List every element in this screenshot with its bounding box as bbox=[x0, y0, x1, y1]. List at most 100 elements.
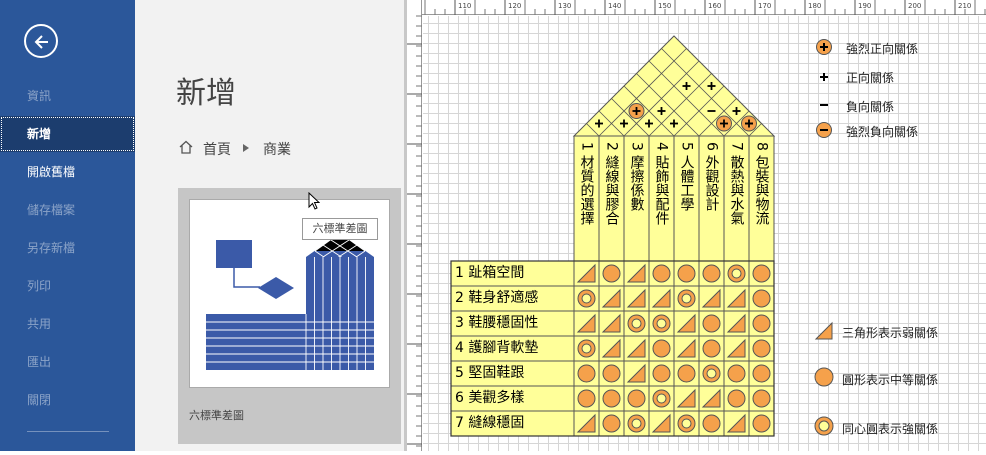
nav-open[interactable]: 開啟舊檔 bbox=[0, 154, 135, 190]
ruler-label: 210 bbox=[958, 2, 971, 10]
medium-relationship-icon bbox=[702, 339, 721, 358]
strong-relationship-icon bbox=[677, 289, 696, 308]
legend-positive: 正向關係 bbox=[846, 71, 895, 85]
ruler-label: 160 bbox=[708, 2, 721, 10]
requirement-7: 7 縫線穩固 bbox=[455, 415, 525, 431]
concentric-circle-icon bbox=[814, 416, 834, 436]
breadcrumb-home[interactable]: 首頁 bbox=[203, 139, 231, 159]
template-tooltip: 六標準差圖 bbox=[302, 218, 378, 240]
strong-relationship-icon bbox=[677, 414, 696, 433]
characteristic-label: 8 包裝與物流 bbox=[754, 142, 770, 227]
medium-relationship-icon bbox=[677, 364, 696, 383]
ruler-label: 120 bbox=[508, 2, 521, 10]
nav-save[interactable]: 儲存檔案 bbox=[0, 192, 135, 228]
diagram-canvas[interactable]: 1 材質的選擇 2 縫線與膠合 3 摩擦係數 4 貼飾與配件 5 人體工學 6 外觀設計 7… bbox=[423, 16, 986, 451]
strong-relationship-icon bbox=[627, 314, 646, 333]
strong-positive-icon bbox=[716, 115, 732, 132]
legend-weak: 三角形表示弱關係 bbox=[842, 326, 939, 340]
strong-relationship-icon bbox=[577, 289, 596, 308]
chevron-right-icon bbox=[243, 144, 249, 152]
requirement-2: 2 鞋身舒適感 bbox=[455, 290, 539, 306]
correlation-roof bbox=[572, 35, 776, 140]
characteristic-label: 4 貼飾與配件 bbox=[654, 142, 670, 226]
strong-relationship-icon bbox=[652, 389, 671, 408]
medium-relationship-icon bbox=[752, 314, 771, 333]
mouse-cursor-icon bbox=[308, 192, 320, 210]
characteristic-label: 1 材質的選擇 bbox=[579, 142, 595, 226]
characteristic-label: 3 摩擦係數 bbox=[629, 142, 645, 212]
nav-share[interactable]: 共用 bbox=[0, 306, 135, 342]
legend-medium: 圓形表示中等關係 bbox=[842, 373, 939, 387]
page-title: 新增 bbox=[176, 76, 236, 111]
requirement-4: 4 護腳背軟墊 bbox=[455, 340, 539, 356]
legend-strong-positive: 強烈正向關係 bbox=[846, 42, 919, 56]
ruler-label: 140 bbox=[608, 2, 621, 10]
requirement-6: 6 美觀多樣 bbox=[455, 390, 525, 406]
nav-info[interactable]: 資訊 bbox=[0, 78, 135, 114]
medium-relationship-icon bbox=[752, 264, 771, 283]
medium-relationship-icon bbox=[752, 389, 771, 408]
ruler-label: 190 bbox=[858, 2, 871, 10]
legend-strong: 同心圓表示強關係 bbox=[842, 422, 939, 436]
medium-relationship-icon bbox=[727, 389, 746, 408]
backstage-sidebar: 資訊 新增 開啟舊檔 儲存檔案 另存新檔 列印 共用 匯出 關閉 bbox=[0, 0, 135, 451]
legend-negative: 負向關係 bbox=[846, 100, 895, 114]
strong-relationship-icon bbox=[702, 364, 721, 383]
medium-relationship-icon bbox=[602, 364, 621, 383]
circle-icon bbox=[814, 367, 834, 387]
strong-relationship-icon bbox=[627, 414, 646, 433]
ruler-label: 200 bbox=[908, 2, 921, 10]
arrow-left-icon bbox=[34, 35, 48, 49]
characteristic-label: 7 散熱與水氣 bbox=[729, 142, 745, 226]
nav-print[interactable]: 列印 bbox=[0, 268, 135, 304]
nav-save-as[interactable]: 另存新檔 bbox=[0, 230, 135, 266]
negative-icon bbox=[820, 104, 828, 106]
breadcrumb-current: 商業 bbox=[263, 142, 291, 158]
medium-relationship-icon bbox=[577, 364, 596, 383]
characteristic-label: 5 人體工學 bbox=[679, 142, 695, 212]
strong-relationship-icon bbox=[727, 264, 746, 283]
strong-positive-icon bbox=[816, 39, 832, 55]
home-icon[interactable] bbox=[179, 140, 193, 154]
characteristic-label: 2 縫線與膠合 bbox=[604, 142, 620, 226]
left-ruler bbox=[407, 0, 422, 451]
medium-relationship-icon bbox=[702, 264, 721, 283]
ruler-label: 150 bbox=[658, 2, 671, 10]
medium-relationship-icon bbox=[702, 414, 721, 433]
medium-relationship-icon bbox=[652, 264, 671, 283]
medium-relationship-icon bbox=[752, 414, 771, 433]
nav-new[interactable]: 新增 bbox=[0, 116, 135, 152]
requirement-5: 5 堅固鞋跟 bbox=[455, 365, 525, 381]
requirement-3: 3 鞋腰穩固性 bbox=[455, 315, 539, 331]
strong-positive-icon bbox=[628, 103, 645, 119]
characteristics-header: 1 材質的選擇 2 縫線與膠合 3 摩擦係數 4 貼飾與配件 5 人體工學 6 外觀設計 7… bbox=[573, 135, 775, 262]
medium-relationship-icon bbox=[727, 364, 746, 383]
backstage-content: 新增 首頁 商業 六標準差圖 六標準差圖 bbox=[135, 0, 404, 451]
medium-relationship-icon bbox=[752, 289, 771, 308]
strong-relationship-icon bbox=[652, 314, 671, 333]
strong-relationship-icon bbox=[577, 339, 596, 358]
nav-close[interactable]: 關閉 bbox=[0, 382, 135, 418]
characteristic-label: 6 外觀設計 bbox=[704, 142, 720, 212]
ruler-label: 170 bbox=[758, 2, 771, 10]
medium-relationship-icon bbox=[702, 314, 721, 333]
medium-relationship-icon bbox=[627, 389, 646, 408]
triangle-icon bbox=[814, 321, 833, 340]
medium-relationship-icon bbox=[602, 389, 621, 408]
medium-relationship-icon bbox=[652, 339, 671, 358]
nav-export[interactable]: 匯出 bbox=[0, 344, 135, 380]
left-ruler-ticks bbox=[407, 15, 422, 447]
ruler-label: 180 bbox=[808, 2, 821, 10]
medium-relationship-icon bbox=[577, 389, 596, 408]
medium-relationship-icon bbox=[602, 414, 621, 433]
back-button[interactable] bbox=[24, 24, 58, 58]
medium-relationship-icon bbox=[752, 339, 771, 358]
strong-negative-icon bbox=[816, 122, 832, 138]
positive-icon bbox=[820, 73, 828, 81]
top-ruler-ticks: 110 120 130 140 150 160 170 180 190 200 210 bbox=[424, 0, 986, 15]
requirement-1: 1 趾箱空間 bbox=[455, 265, 525, 281]
medium-relationship-icon bbox=[752, 364, 771, 383]
medium-relationship-icon bbox=[652, 364, 671, 383]
top-ruler: 110 120 130 140 150 160 170 180 190 200 210 bbox=[422, 0, 986, 15]
template-name: 六標準差圖 bbox=[189, 409, 244, 422]
